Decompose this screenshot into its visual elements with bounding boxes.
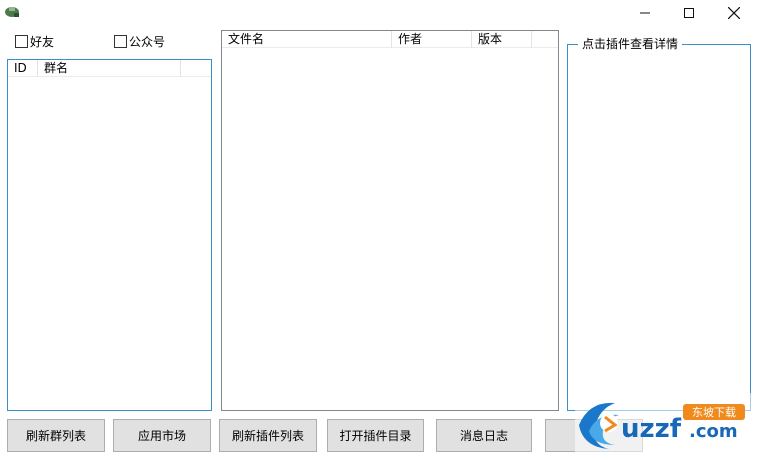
close-button[interactable] [711, 0, 757, 26]
friends-checkbox-label: 好友 [30, 35, 55, 49]
official-accounts-checkbox[interactable]: 公众号 [114, 33, 165, 50]
app-market-button[interactable]: 应用市场 [113, 419, 211, 452]
watermark-logo: uzzf .com 东坡下载 [575, 393, 757, 457]
plugin-detail-legend: 点击插件查看详情 [578, 37, 683, 51]
plugin-list-header: 文件名 作者 版本 [222, 31, 558, 48]
svg-text:uzzf: uzzf [621, 414, 682, 444]
maximize-button[interactable] [666, 0, 712, 26]
refresh-plugins-button[interactable]: 刷新插件列表 [219, 419, 317, 452]
message-log-button[interactable]: 消息日志 [436, 419, 532, 452]
plugin-detail-panel [567, 44, 751, 411]
close-icon [728, 7, 740, 19]
minimize-button[interactable] [622, 0, 668, 26]
column-header-filename[interactable]: 文件名 [222, 31, 392, 48]
column-header-id[interactable]: ID [8, 60, 38, 77]
app-icon [4, 5, 20, 19]
plugin-list[interactable]: 文件名 作者 版本 [221, 30, 559, 411]
column-header-group-name[interactable]: 群名 [38, 60, 181, 77]
friends-checkbox[interactable]: 好友 [15, 33, 54, 50]
minimize-icon [640, 12, 650, 14]
official-accounts-checkbox-label: 公众号 [129, 35, 166, 49]
group-list[interactable]: ID 群名 [7, 59, 212, 411]
refresh-groups-button[interactable]: 刷新群列表 [7, 419, 105, 452]
svg-text:.com: .com [689, 421, 738, 442]
column-header-version[interactable]: 版本 [472, 31, 532, 48]
checkbox-box[interactable] [114, 35, 127, 48]
column-header-author[interactable]: 作者 [392, 31, 472, 48]
open-plugin-dir-button[interactable]: 打开插件目录 [327, 419, 424, 452]
checkbox-box[interactable] [15, 35, 28, 48]
group-list-header: ID 群名 [8, 60, 211, 77]
maximize-icon [684, 8, 694, 18]
svg-text:东坡下载: 东坡下载 [692, 406, 736, 419]
